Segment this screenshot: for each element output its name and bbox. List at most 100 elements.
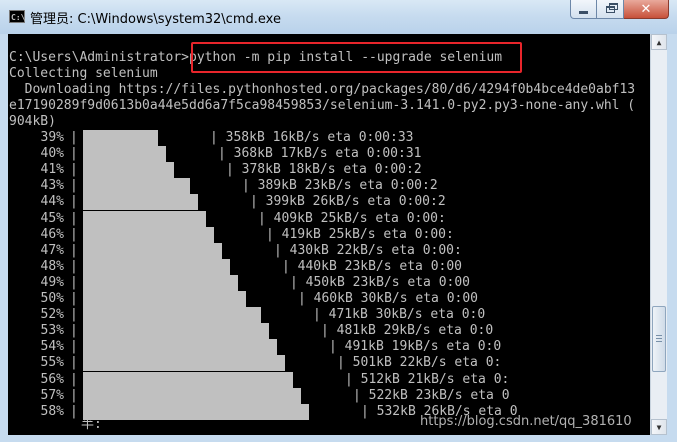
- progress-bar-fill: [83, 355, 285, 372]
- progress-info: | 512kB 21kB/s eta 0:: [345, 371, 510, 387]
- progress-bar-fill: [83, 146, 166, 163]
- download-line-2: e17190289f9d0613b0a44e5dd6a7f5ca98459853…: [9, 98, 636, 113]
- collecting-line: Collecting selenium: [9, 66, 158, 81]
- caption-buttons: ✕: [570, 0, 669, 20]
- progress-percent: 53%: [40, 323, 64, 339]
- window-frame-bottom: [0, 435, 677, 442]
- download-line-1: Downloading https://files.pythonhosted.o…: [9, 82, 636, 97]
- progress-bar-fill: [83, 371, 293, 388]
- title-bar[interactable]: C:\ 管理员: C:\Windows\system32\cmd.exe ✕: [0, 0, 677, 37]
- maximize-button[interactable]: [597, 0, 624, 19]
- progress-bar-fill: [83, 403, 309, 420]
- watermark: https://blog.csdn.net/qq_381610: [420, 414, 632, 429]
- progress-bar-start: |: [70, 387, 78, 403]
- progress-bar-fill: [83, 178, 190, 195]
- progress-info: | 440kB 23kB/s eta 0:00: [282, 258, 463, 274]
- progress-bar-start: |: [70, 307, 78, 323]
- progress-percent: 58%: [40, 403, 64, 419]
- progress-percent: 52%: [40, 307, 64, 323]
- progress-info: | 409kB 25kB/s eta 0:00:: [258, 210, 446, 226]
- progress-info: | 389kB 23kB/s eta 0:00:2: [242, 178, 438, 194]
- progress-info: | 419kB 25kB/s eta 0:00:: [266, 226, 454, 242]
- progress-bar-fill: [83, 307, 261, 324]
- progress-bar-fill: [83, 210, 206, 227]
- progress-info: | 358kB 16kB/s eta 0:00:33: [210, 130, 414, 145]
- progress-info: | 481kB 29kB/s eta 0:0: [321, 323, 494, 339]
- progress-bar-fill: [83, 291, 246, 307]
- progress-info: | 501kB 22kB/s eta 0:: [337, 355, 502, 371]
- progress-percent: 40%: [40, 146, 64, 162]
- thumb-grip: [656, 335, 662, 336]
- progress-bar-start: |: [70, 210, 78, 226]
- close-button[interactable]: ✕: [624, 0, 669, 19]
- scroll-down-button[interactable]: ▼: [651, 419, 667, 435]
- progress-bar-start: |: [70, 130, 78, 145]
- download-line-3: 904kB): [9, 114, 56, 129]
- progress-info: | 450kB 23kB/s eta 0:00: [290, 274, 471, 290]
- progress-bar-fill: [83, 339, 277, 356]
- progress-percent: 41%: [40, 162, 64, 178]
- console-output[interactable]: C:\Users\Administrator>python -m pip ins…: [8, 34, 650, 435]
- progress-bar-start: |: [70, 146, 78, 162]
- progress-info: | 430kB 22kB/s eta 0:00:: [274, 242, 462, 258]
- progress-info: | 460kB 30kB/s eta 0:00: [298, 291, 479, 306]
- progress-bar-start: |: [70, 355, 78, 371]
- progress-bar-fill: [83, 242, 222, 259]
- progress-percent: 48%: [40, 258, 64, 274]
- progress-bar-fill: [83, 130, 158, 146]
- maximize-icon: [605, 2, 618, 13]
- progress-bar-fill: [83, 162, 174, 179]
- progress-percent: 54%: [40, 339, 64, 355]
- progress-percent: 50%: [40, 291, 64, 306]
- command-highlight-box: [191, 42, 522, 73]
- progress-percent: 47%: [40, 242, 64, 258]
- scroll-down-icon: ▼: [656, 422, 662, 432]
- progress-percent: 55%: [40, 355, 64, 371]
- progress-info: | 399kB 26kB/s eta 0:00:2: [250, 194, 446, 210]
- progress-bar-start: |: [70, 226, 78, 242]
- progress-bar-fill: [83, 274, 238, 291]
- progress-percent: 57%: [40, 387, 64, 403]
- scrollbar-thumb[interactable]: [652, 306, 666, 372]
- progress-percent: 43%: [40, 178, 64, 194]
- progress-bar-fill: [83, 258, 230, 275]
- close-icon: ✕: [640, 1, 652, 17]
- progress-bar-fill: [83, 323, 269, 340]
- progress-info: | 471kB 30kB/s eta 0:0: [313, 307, 486, 323]
- vertical-scrollbar[interactable]: ▲ ▼: [650, 34, 667, 435]
- cmd-icon[interactable]: C:\: [9, 10, 25, 23]
- progress-percent: 46%: [40, 226, 64, 242]
- progress-percent: 44%: [40, 194, 64, 210]
- progress-info: | 368kB 17kB/s eta 0:00:31: [218, 146, 422, 162]
- progress-bar-start: |: [70, 194, 78, 210]
- minimize-button[interactable]: [570, 0, 597, 19]
- progress-bar-start: |: [70, 162, 78, 178]
- progress-info: | 491kB 19kB/s eta 0:0: [329, 339, 502, 355]
- progress-bar-fill: [83, 387, 301, 404]
- progress-percent: 49%: [40, 274, 64, 290]
- input-cursor-line: 半:: [81, 417, 102, 432]
- progress-bar-fill: [83, 226, 214, 243]
- window-frame-right: [667, 34, 677, 435]
- progress-info: | 522kB 23kB/s eta 0: [353, 387, 510, 403]
- progress-percent: 45%: [40, 210, 64, 226]
- progress-bar-start: |: [70, 178, 78, 194]
- progress-bar-start: |: [70, 339, 78, 355]
- progress-bar-start: |: [70, 371, 78, 387]
- minimize-icon: [579, 10, 588, 14]
- scroll-up-button[interactable]: ▲: [651, 34, 667, 50]
- thumb-grip: [656, 338, 662, 339]
- progress-percent: 39%: [40, 130, 64, 145]
- window-title: 管理员: C:\Windows\system32\cmd.exe: [30, 12, 281, 27]
- progress-bar-start: |: [70, 258, 78, 274]
- prompt-text: C:\Users\Administrator>: [9, 50, 190, 65]
- progress-bar-start: |: [70, 242, 78, 258]
- progress-bar-start: |: [70, 323, 78, 339]
- progress-bar-start: |: [70, 403, 78, 419]
- progress-info: | 378kB 18kB/s eta 0:00:2: [226, 162, 422, 178]
- scroll-up-icon: ▲: [656, 37, 662, 47]
- thumb-grip: [656, 341, 662, 342]
- progress-percent: 56%: [40, 371, 64, 387]
- progress-bar-start: |: [70, 291, 78, 306]
- progress-bar-start: |: [70, 274, 78, 290]
